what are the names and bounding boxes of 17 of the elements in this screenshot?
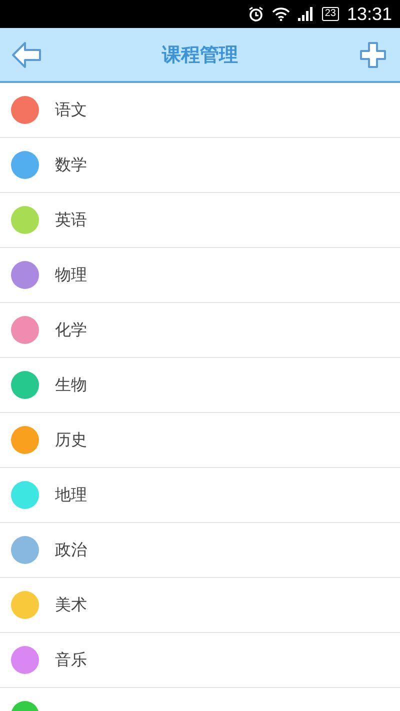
course-name: 化学: [55, 320, 87, 340]
signal-icon: [298, 7, 314, 21]
battery-level: 23: [322, 7, 339, 21]
clock: 13:31: [346, 4, 392, 24]
alarm-icon: [248, 6, 264, 22]
course-name: 生物: [55, 374, 87, 396]
course-name: 数学: [55, 154, 87, 176]
course-name: 美术: [55, 594, 87, 616]
course-name: 历史: [55, 430, 87, 450]
course-name: 物理: [55, 264, 87, 286]
course-name: 地理: [55, 484, 87, 506]
course-name: 英语: [55, 210, 87, 230]
course-name: 语文: [55, 100, 87, 120]
wifi-icon: [272, 7, 290, 21]
page-title: 课程管理: [162, 42, 238, 68]
course-name: 政治: [55, 540, 87, 560]
course-name: 音乐: [55, 650, 87, 670]
